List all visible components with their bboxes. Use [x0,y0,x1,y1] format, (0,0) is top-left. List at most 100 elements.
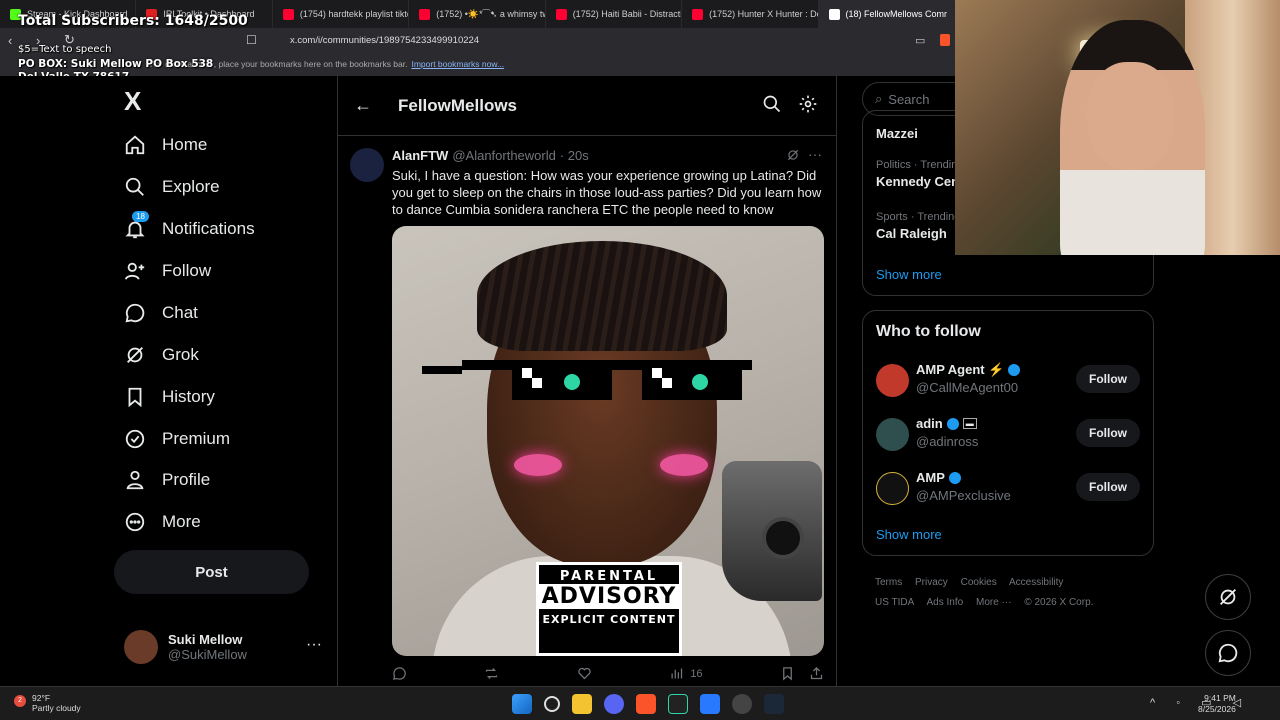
app-icon[interactable] [700,694,720,714]
back-arrow-icon[interactable]: ← [354,95,398,116]
obs-icon[interactable] [668,694,688,714]
verified-icon [125,429,145,449]
nav-notifications[interactable]: 18 Notifications [124,211,255,244]
search-icon: ⌕ [875,91,883,106]
footer-link[interactable]: Cookies [961,577,997,588]
file-explorer-icon[interactable] [572,694,592,714]
footer-link[interactable]: Ads Info [927,597,964,608]
browser-tab[interactable]: (1752) Haiti Babii - Distraction [546,0,683,28]
clock[interactable]: 9:41 PM 8/25/2026 [1198,693,1236,715]
browser-tab[interactable]: (1752) Hunter X Hunter : Depar [682,0,819,28]
windows-start-icon[interactable] [512,694,532,714]
avatar [876,418,909,451]
post-button[interactable]: Post [114,550,309,594]
brave-icon[interactable] [636,694,656,714]
show-more-trends-link[interactable]: Show more [876,267,942,282]
nav-profile[interactable]: Profile [124,465,210,495]
follow-button[interactable]: Follow [1076,419,1140,447]
share-icon[interactable] [809,666,824,681]
parental-advisory-label: PARENTAL ADVISORY EXPLICIT CONTENT [536,562,682,656]
follow-suggestion[interactable]: AMP @AMPexclusive Follow [876,469,1140,509]
show-more-follow-link[interactable]: Show more [876,527,942,542]
nav-premium[interactable]: Premium [124,424,230,454]
verified-badge-icon [1008,364,1021,376]
like-icon[interactable] [577,666,592,681]
browser-tab[interactable]: (1754) hardtekk playlist tiktok [273,0,410,28]
tweet-author-handle[interactable]: @Alanfortheworld [452,148,556,163]
bookmark-icon [128,387,142,408]
footer-link[interactable]: US TIDA [875,597,914,608]
bookmark-icon[interactable] [780,666,795,681]
nav-more[interactable]: More [124,507,201,537]
search-icon[interactable] [762,94,782,114]
account-handle: @SukiMellow [168,647,247,662]
import-bookmarks-link[interactable]: Import bookmarks now... [411,59,504,69]
image-hair [477,241,727,351]
feed-header: ← FellowMellows [338,76,836,136]
os-taskbar: 92°F Partly cloudy 2 ^ ◦ ▭ ◁ 9:41 PM 8/2… [0,686,1280,720]
gear-icon[interactable] [798,94,818,114]
nav-explore[interactable]: Explore [124,172,220,202]
verified-badge-icon [946,417,959,430]
pixel-sunglasses-icon [422,360,752,400]
url-field[interactable]: x.com/i/communities/1989754233499910224 [290,35,479,46]
pistol-sticker [722,461,822,601]
follow-button[interactable]: Follow [1076,365,1140,393]
avatar [124,630,158,664]
follow-button[interactable]: Follow [1076,473,1140,501]
tweet-image[interactable]: PARENTAL ADVISORY EXPLICIT CONTENT [392,226,824,656]
more-circle-icon [125,512,145,532]
footer-link[interactable]: Terms [875,577,902,588]
nav-chat[interactable]: Chat [124,298,198,328]
tweet-text: Suki, I have a question: How was your ex… [392,168,822,217]
weather-badge: 2 [14,695,26,707]
more-dots-icon[interactable]: ··· [808,146,822,162]
footer-link[interactable]: Accessibility [1009,577,1063,588]
youtube-icon [555,8,567,20]
more-dots-icon[interactable]: ··· [306,636,322,654]
nav-grok[interactable]: Grok [124,340,199,370]
nav-follow[interactable]: Follow [124,256,211,286]
grok-icon [127,347,143,363]
browser-tab[interactable]: (1752) •☀️*⁀➷ a whimsy tw [409,0,546,28]
views-count[interactable]: 16 [669,666,703,681]
discord-icon[interactable] [604,694,624,714]
trend-item[interactable]: Mazzei [876,123,918,141]
chat-icon [125,303,145,323]
follow-suggestion[interactable]: AMP Agent ⚡ @CallMeAgent00 Follow [876,361,1140,401]
brave-shield-icon[interactable] [940,34,950,46]
steam-icon[interactable] [764,694,784,714]
retweet-icon[interactable] [484,666,499,681]
home-icon [125,135,145,155]
follow-suggestion[interactable]: adin ▬ @adinross Follow [876,415,1140,455]
bookmark-star-icon[interactable]: ☐ [246,33,257,47]
grok-icon[interactable] [786,148,800,162]
tweet-avatar[interactable] [350,148,384,182]
tweet-actions: 16 [392,666,824,681]
grok-fab[interactable] [1205,574,1251,620]
nav-home[interactable]: Home [124,130,207,160]
youtube-icon [692,8,704,20]
footer-link[interactable]: Privacy [915,577,948,588]
messages-fab[interactable] [1205,630,1251,676]
who-to-follow-title: Who to follow [876,323,981,340]
nav-history[interactable]: History [124,382,215,412]
tweet-author-name[interactable]: AlanFTW [392,148,448,163]
reply-icon[interactable] [392,666,407,681]
subscriber-counter: Total Subscribers: 1648/2500 [18,13,248,29]
notification-badge: 18 [132,211,149,222]
x-icon [828,8,840,20]
community-feed: ← FellowMellows AlanFTW @Alanfortheworld… [337,76,837,686]
tweet-time[interactable]: · 20s [560,148,589,163]
footer-link[interactable]: More ··· [976,597,1012,608]
who-to-follow-card: Who to follow AMP Agent ⚡ @CallMeAgent00… [862,310,1154,556]
grok-icon [1220,589,1236,605]
browser-tab-active[interactable]: (18) FellowMellows Comr [818,0,955,28]
cast-icon[interactable]: ▭ [915,34,925,47]
account-switcher[interactable]: Suki Mellow @SukiMellow ··· [124,630,324,664]
app-icon[interactable] [732,694,752,714]
x-logo-icon[interactable]: X [124,86,141,117]
webcam-feed [955,0,1280,255]
trend-item[interactable]: Sports · Trending Cal Raleigh [876,211,960,241]
search-icon[interactable] [544,696,560,712]
